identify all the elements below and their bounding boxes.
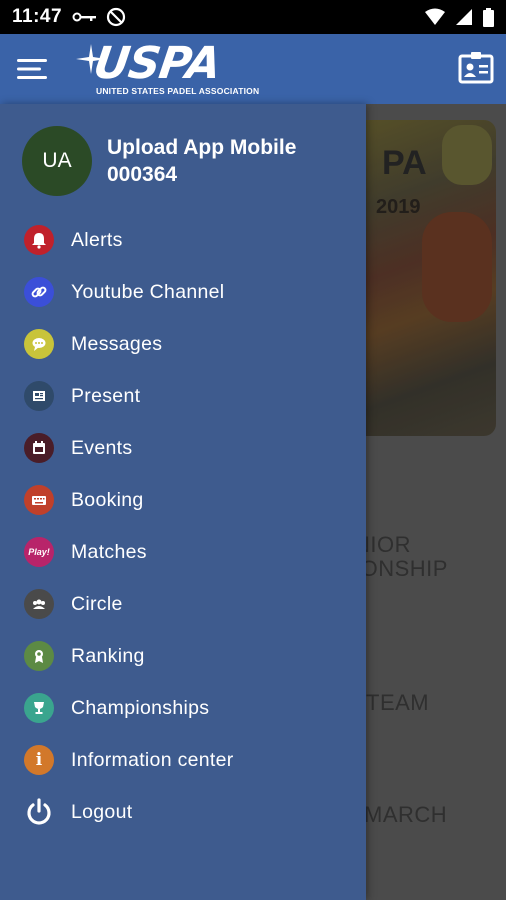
menu-label: Information center bbox=[71, 748, 234, 771]
signal-icon bbox=[456, 9, 472, 25]
status-bar: 11:47 bbox=[0, 0, 506, 34]
profile-header[interactable]: UA Upload App Mobile 000364 bbox=[22, 126, 296, 196]
menu-item-messages[interactable]: Messages bbox=[0, 318, 366, 370]
play-badge-icon: Play! bbox=[24, 537, 54, 567]
wifi-icon bbox=[425, 8, 445, 25]
hamburger-menu-button[interactable] bbox=[0, 34, 64, 104]
menu-item-booking[interactable]: Booking bbox=[0, 474, 366, 526]
app-bar: USPA UNITED STATES PADEL ASSOCIATION bbox=[0, 34, 506, 104]
status-time: 11:47 bbox=[12, 6, 63, 27]
menu-item-information-center[interactable]: i Information center bbox=[0, 734, 366, 786]
profile-name: Upload App Mobile bbox=[107, 136, 297, 159]
menu-label: Present bbox=[71, 384, 141, 407]
logo-wordmark: USPA bbox=[90, 38, 224, 89]
menu-label: Alerts bbox=[71, 228, 123, 251]
group-icon bbox=[24, 589, 54, 619]
info-icon: i bbox=[24, 745, 54, 775]
drawer-menu: Alerts Youtube Channel Messages Present … bbox=[0, 214, 366, 838]
menu-label: Booking bbox=[71, 488, 144, 511]
newspaper-icon bbox=[24, 381, 54, 411]
menu-item-ranking[interactable]: Ranking bbox=[0, 630, 366, 682]
menu-item-alerts[interactable]: Alerts bbox=[0, 214, 366, 266]
bell-icon bbox=[24, 225, 54, 255]
calendar-icon bbox=[24, 433, 54, 463]
uspa-logo: USPA UNITED STATES PADEL ASSOCIATION bbox=[76, 38, 276, 100]
menu-label: Logout bbox=[71, 800, 133, 823]
trophy-icon bbox=[24, 693, 54, 723]
menu-item-logout[interactable]: Logout bbox=[0, 786, 366, 838]
keyboard-icon bbox=[24, 485, 54, 515]
menu-label: Championships bbox=[71, 696, 210, 719]
battery-icon bbox=[483, 7, 494, 27]
menu-item-youtube-channel[interactable]: Youtube Channel bbox=[0, 266, 366, 318]
navigation-drawer: UA Upload App Mobile 000364 Alerts Youtu… bbox=[0, 104, 366, 900]
do-not-disturb-icon bbox=[106, 7, 126, 27]
logo-tagline: UNITED STATES PADEL ASSOCIATION bbox=[96, 86, 260, 96]
menu-item-championships[interactable]: Championships bbox=[0, 682, 366, 734]
avatar: UA bbox=[22, 126, 92, 196]
drawer-scrim[interactable] bbox=[366, 104, 506, 900]
menu-label: Youtube Channel bbox=[71, 280, 225, 303]
menu-item-present[interactable]: Present bbox=[0, 370, 366, 422]
menu-item-events[interactable]: Events bbox=[0, 422, 366, 474]
menu-item-matches[interactable]: Play! Matches bbox=[0, 526, 366, 578]
menu-item-circle[interactable]: Circle bbox=[0, 578, 366, 630]
menu-label: Events bbox=[71, 436, 133, 459]
menu-label: Ranking bbox=[71, 644, 145, 667]
menu-label: Matches bbox=[71, 540, 147, 563]
id-card-button[interactable] bbox=[458, 50, 494, 86]
medal-icon bbox=[24, 641, 54, 671]
link-icon bbox=[24, 277, 54, 307]
hamburger-icon bbox=[17, 59, 47, 79]
profile-id: 000364 bbox=[107, 163, 178, 186]
id-card-icon bbox=[458, 52, 494, 84]
chat-icon bbox=[24, 329, 54, 359]
menu-label: Messages bbox=[71, 332, 163, 355]
power-icon bbox=[24, 797, 54, 827]
key-icon bbox=[72, 12, 97, 22]
menu-label: Circle bbox=[71, 592, 123, 615]
